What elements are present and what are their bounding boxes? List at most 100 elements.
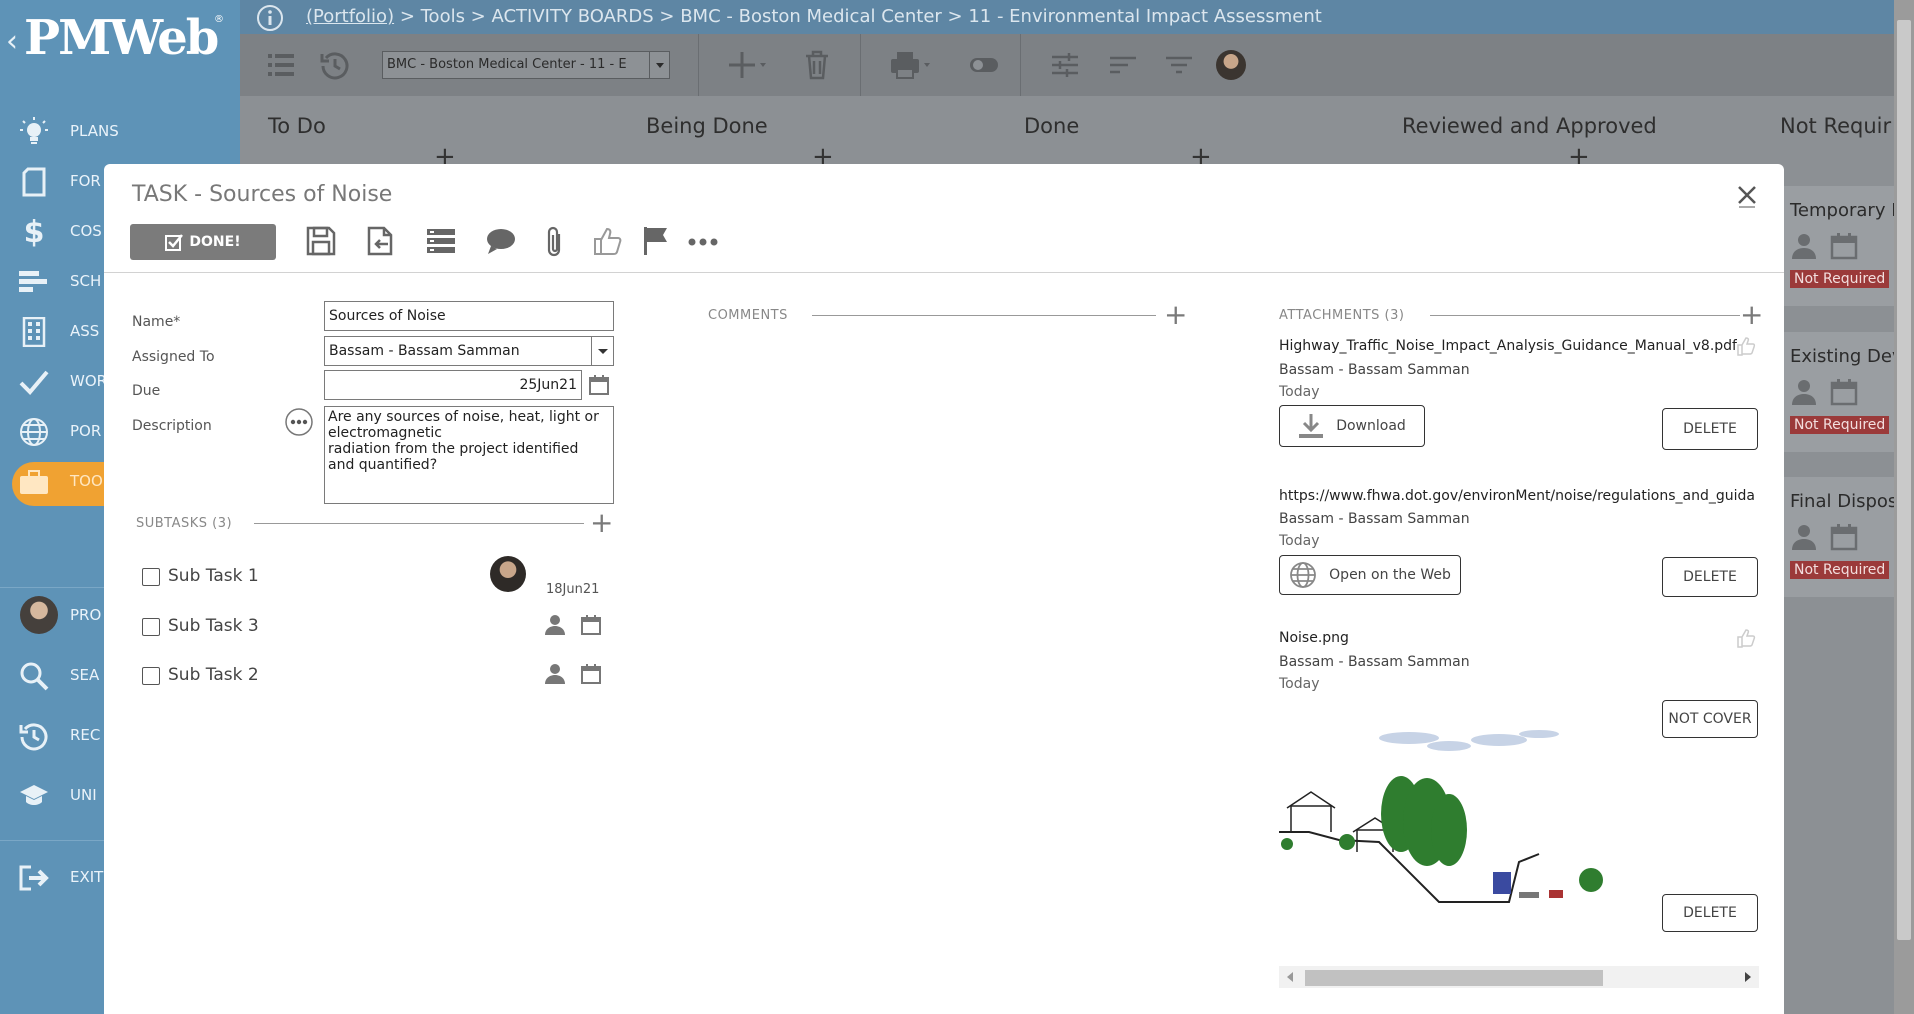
chevron-down-icon[interactable]	[649, 52, 669, 78]
download-icon	[1298, 412, 1324, 440]
print-icon[interactable]	[890, 50, 934, 80]
delete-button[interactable]: DELETE	[1662, 557, 1758, 597]
breadcrumb-portfolio-link[interactable]: (Portfolio)	[306, 6, 394, 27]
done-button[interactable]: DONE!	[130, 224, 276, 260]
thumbs-up-icon[interactable]	[1736, 336, 1756, 356]
subtask-checkbox[interactable]	[142, 568, 160, 586]
board-card[interactable]: Final Dispos Not Required	[1784, 477, 1897, 597]
sort-icon[interactable]	[1108, 50, 1138, 80]
person-icon[interactable]	[1790, 378, 1818, 406]
person-icon[interactable]	[1790, 523, 1818, 551]
scrollbar-thumb[interactable]	[1305, 970, 1603, 986]
attachment-name[interactable]: Highway_Traffic_Noise_Impact_Analysis_Gu…	[1279, 338, 1737, 354]
name-field[interactable]: Sources of Noise	[324, 301, 614, 331]
board-card[interactable]: Existing Dev Not Required	[1784, 332, 1903, 452]
sidebar-item-label: EXIT	[70, 868, 104, 886]
not-cover-button[interactable]: NOT COVER	[1662, 700, 1758, 738]
status-badge: Not Required	[1790, 561, 1890, 579]
attachment-link[interactable]: https://www.fhwa.dot.gov/environMent/noi…	[1279, 488, 1759, 504]
attachments-horizontal-scrollbar[interactable]	[1279, 966, 1759, 988]
scroll-left-icon[interactable]	[1285, 971, 1295, 983]
lightbulb-icon	[18, 116, 50, 148]
scroll-right-icon[interactable]	[1743, 971, 1753, 983]
more-icon[interactable]	[688, 236, 718, 248]
calendar-icon[interactable]	[588, 374, 610, 396]
sidebar-item-label: FOR	[70, 172, 101, 190]
sidebar-item-label: COS	[70, 222, 102, 240]
description-textarea[interactable]: Are any sources of noise, heat, light or…	[324, 406, 614, 504]
breadcrumb-bar: (Portfolio) > Tools > ACTIVITY BOARDS > …	[240, 0, 1914, 34]
add-subtask-icon[interactable]: +	[590, 509, 613, 537]
delete-button[interactable]: DELETE	[1662, 894, 1758, 932]
back-chevron-icon[interactable]: ‹	[6, 24, 18, 59]
person-icon[interactable]	[544, 663, 566, 685]
scrollbar-thumb[interactable]	[1897, 20, 1911, 940]
add-icon[interactable]	[728, 50, 768, 80]
globe-icon	[1289, 561, 1317, 589]
assigned-to-label: Assigned To	[132, 349, 215, 365]
sidebar-item-label: ASS	[70, 322, 100, 340]
sliders-icon[interactable]	[1050, 50, 1080, 80]
calendar-icon[interactable]	[1830, 523, 1858, 551]
section-divider	[812, 315, 1156, 316]
thumbs-up-icon[interactable]	[1736, 628, 1756, 648]
add-comment-icon[interactable]: +	[1164, 301, 1187, 329]
calendar-icon[interactable]	[580, 663, 602, 685]
assigned-to-select[interactable]: Bassam - Bassam Samman	[324, 336, 614, 366]
board-card[interactable]: Temporary L Not Required	[1784, 186, 1901, 306]
avatar	[20, 596, 58, 634]
toolbar-divider	[698, 34, 699, 96]
pmweb-logo[interactable]: ‹ PMWeb ®	[6, 10, 236, 68]
calendar-icon[interactable]	[1830, 378, 1858, 406]
person-icon[interactable]	[1790, 232, 1818, 260]
chevron-down-icon[interactable]	[591, 337, 613, 365]
attachment-date: Today	[1279, 676, 1320, 692]
close-icon[interactable]	[1736, 184, 1758, 208]
done-label: DONE!	[189, 234, 241, 250]
person-icon[interactable]	[544, 614, 566, 636]
column-title-done: Done	[1024, 114, 1080, 138]
graduation-cap-icon	[18, 780, 50, 812]
avatar[interactable]	[490, 556, 526, 592]
sidebar-item-label: UNI	[70, 786, 97, 804]
subtask-checkbox[interactable]	[142, 618, 160, 636]
flag-icon[interactable]	[642, 226, 670, 256]
dialog-title: TASK - Sources of Noise	[132, 182, 393, 207]
avatar[interactable]	[1216, 50, 1246, 80]
gantt-icon	[18, 266, 50, 298]
attachment-user: Bassam - Bassam Samman	[1279, 654, 1470, 670]
calendar-icon[interactable]	[580, 614, 602, 636]
calendar-icon[interactable]	[1830, 232, 1858, 260]
delete-button[interactable]: DELETE	[1662, 408, 1758, 450]
page-scrollbar[interactable]	[1894, 0, 1914, 1014]
sidebar-item-plans[interactable]: PLANS	[0, 106, 240, 156]
save-icon[interactable]	[306, 226, 336, 256]
toggle-icon[interactable]	[968, 50, 1000, 80]
filter-icon[interactable]	[1164, 50, 1194, 80]
due-date-field[interactable]: 25Jun21	[324, 370, 582, 400]
status-badge: Not Required	[1790, 416, 1890, 434]
project-select[interactable]: BMC - Boston Medical Center - 11 - E	[382, 51, 670, 79]
section-divider	[254, 523, 584, 524]
add-attachment-icon[interactable]: +	[1740, 301, 1763, 329]
history-icon	[18, 720, 50, 752]
server-icon[interactable]	[426, 226, 456, 256]
attachment-name[interactable]: Noise.png	[1279, 630, 1349, 646]
subtask-checkbox[interactable]	[142, 667, 160, 685]
info-icon[interactable]	[256, 4, 284, 32]
breadcrumb: (Portfolio) > Tools > ACTIVITY BOARDS > …	[306, 6, 1322, 27]
export-icon[interactable]	[366, 226, 396, 256]
more-options-icon[interactable]	[284, 407, 314, 437]
paperclip-icon[interactable]	[544, 226, 566, 258]
trash-icon[interactable]	[804, 50, 830, 80]
open-on-web-label: Open on the Web	[1329, 567, 1451, 583]
dollar-icon: $	[23, 214, 45, 250]
attachment-user: Bassam - Bassam Samman	[1279, 511, 1470, 527]
comment-icon[interactable]	[486, 226, 516, 256]
thumbs-up-icon[interactable]	[592, 226, 622, 256]
history-icon[interactable]	[320, 50, 350, 80]
attachment-image-preview[interactable]	[1279, 704, 1609, 924]
download-button[interactable]: Download	[1279, 405, 1425, 447]
open-on-web-button[interactable]: Open on the Web	[1279, 555, 1461, 595]
list-icon[interactable]	[266, 50, 296, 80]
